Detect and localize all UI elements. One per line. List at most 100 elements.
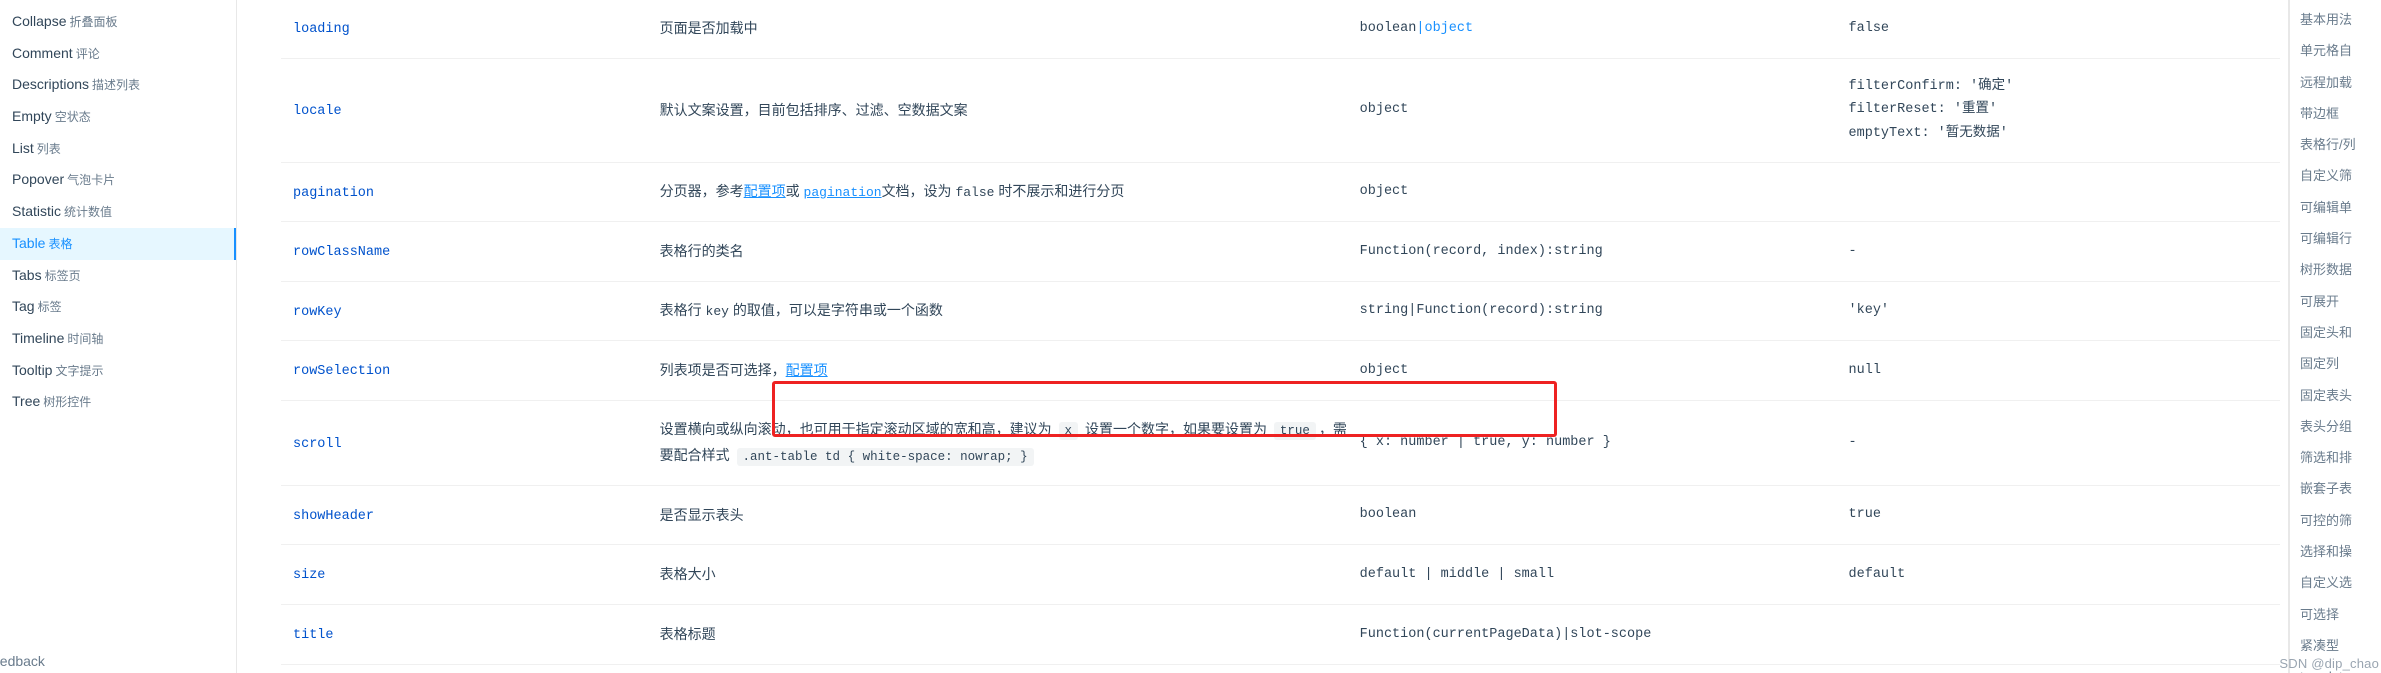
- toc-item[interactable]: 嵌套子表: [2280, 473, 2381, 504]
- parameter-name[interactable]: showHeader: [293, 509, 374, 524]
- sidebar-item-label-en: Tooltip: [12, 361, 53, 378]
- cell-description: 是否显示表头: [647, 484, 1348, 545]
- toc-item[interactable]: 可展开: [2280, 286, 2381, 317]
- toc-item[interactable]: 固定表头: [2280, 380, 2381, 411]
- toc-item-label: 带边框: [2300, 105, 2340, 121]
- table-row: scroll 设置横向或纵向滚动，也可用于指定滚动区域的宽和高，建议为 x 设置一…: [281, 400, 2280, 486]
- type-token: Function(currentPageData)|slot-scope: [1359, 626, 1652, 642]
- sidebar-item-collapse[interactable]: Collapse 折叠面板: [0, 6, 236, 38]
- sidebar-item-statistic[interactable]: Statistic 统计数值: [0, 196, 236, 228]
- cell-type: object: [1347, 340, 1837, 401]
- sidebar-item-timeline[interactable]: Timeline 时间轴: [0, 323, 236, 355]
- desc-text: 设置横向或纵向滚动，也可用于指定滚动区域的宽和高，建议为: [659, 421, 1056, 437]
- toc-item-label: 固定表头: [2300, 387, 2353, 403]
- toc-item[interactable]: 可编辑单: [2280, 192, 2381, 223]
- table-row: rowKey 表格行 key 的取值，可以是字符串或一个函数 string|Func…: [281, 280, 2280, 341]
- cell-default-value: filterConfirm: '确定' filterReset: '重置' em…: [1836, 57, 2280, 162]
- parameter-name[interactable]: loading: [293, 22, 350, 37]
- cell-description: 表格行 key 的取值，可以是字符串或一个函数: [647, 280, 1348, 341]
- toc-item[interactable]: 可编辑行: [2280, 223, 2381, 254]
- cell-parameter: size: [281, 544, 648, 605]
- sidebar-item-table[interactable]: Table 表格: [0, 227, 236, 260]
- toc-item[interactable]: 固定头和: [2280, 317, 2381, 348]
- toc-item[interactable]: 可选择: [2280, 599, 2381, 630]
- sidebar-item-label-en: List: [12, 139, 34, 156]
- table-row: showHeader 是否显示表头 boolean true: [281, 484, 2280, 545]
- sidebar-item-label-en: Statistic: [12, 203, 62, 220]
- sidebar-item-tag[interactable]: Tag 标签: [0, 291, 236, 323]
- toc-item-label: 可编辑单: [2300, 199, 2353, 215]
- desc-link[interactable]: 配置项: [786, 362, 828, 378]
- documentation-page: Collapse 折叠面板 Comment 评论 Descriptions 描述列表 Emp…: [0, 0, 2381, 673]
- type-token: default | middle | small: [1359, 566, 1555, 582]
- desc-text: 文档，设为: [881, 182, 956, 199]
- toc-item-label: 基本用法: [2300, 12, 2353, 27]
- toc-item-label: 可编辑行: [2300, 231, 2353, 247]
- toc-item[interactable]: 筛选和排: [2280, 442, 2381, 473]
- toc-item[interactable]: 带边框: [2280, 98, 2381, 129]
- toc-item-label: 自定义选: [2300, 575, 2353, 591]
- toc-item[interactable]: 基本用法: [2280, 4, 2381, 35]
- toc-item-label: 表格行/列: [2300, 137, 2356, 153]
- cell-parameter: title: [281, 604, 648, 665]
- toc-item[interactable]: 固定列: [2280, 348, 2381, 379]
- toc-item[interactable]: 可控的筛: [2280, 505, 2381, 536]
- parameter-name[interactable]: rowSelection: [293, 364, 390, 379]
- cell-type: string|Function(record):string: [1347, 280, 1837, 341]
- watermark-text: CSDN @dip_chao: [2280, 656, 2379, 671]
- sidebar-item-label-en: Timeline: [12, 329, 65, 346]
- desc-link[interactable]: 配置项: [744, 183, 786, 199]
- api-content: loading 页面是否加载中 boolean|object false locale 默…: [237, 0, 2280, 673]
- desc-mono-text: false: [955, 184, 995, 200]
- toc-item[interactable]: 单元格自: [2280, 35, 2381, 66]
- sidebar-item-label-en: Descriptions: [12, 76, 90, 93]
- cell-description: 分页器，参考配置项或 pagination文档，设为 false 时不展示和进行…: [647, 161, 1348, 222]
- cell-parameter: pagination: [281, 161, 648, 222]
- toc-item-label: 筛选和排: [2300, 450, 2353, 466]
- desc-inline-code: .ant-table td { white-space: nowrap; }: [736, 447, 1034, 466]
- parameter-name[interactable]: pagination: [293, 186, 374, 201]
- desc-mono-text: key: [705, 304, 729, 320]
- sidebar-item-comment[interactable]: Comment 评论: [0, 38, 236, 70]
- cell-default-value: -: [1836, 663, 2280, 673]
- desc-text: 页面是否加载中: [659, 20, 758, 37]
- api-properties-table: loading 页面是否加载中 boolean|object false locale 默…: [281, 0, 2280, 673]
- parameter-name[interactable]: rowKey: [293, 305, 342, 320]
- parameter-name[interactable]: size: [293, 568, 325, 583]
- toc-item-label: 嵌套子表: [2300, 481, 2353, 497]
- toc-item[interactable]: 选择和操: [2280, 536, 2381, 567]
- cell-description: 设置头部行属性: [647, 663, 1348, 673]
- desc-text: 表格行的类名: [659, 243, 744, 260]
- parameter-name[interactable]: rowClassName: [293, 245, 390, 260]
- parameter-name[interactable]: locale: [293, 104, 342, 119]
- parameter-name[interactable]: title: [293, 628, 334, 643]
- toc-item-label: 表头分组: [2300, 418, 2353, 434]
- sidebar-item-label-cn: 树形控件: [43, 395, 92, 410]
- toc-item-label: 可控的筛: [2300, 512, 2353, 528]
- toc-item-label: 远程加载: [2300, 74, 2353, 90]
- parameter-name[interactable]: scroll: [293, 437, 342, 452]
- sidebar-item-tree[interactable]: Tree 树形控件: [0, 386, 236, 418]
- sidebar-item-label-cn: 标签页: [44, 268, 81, 283]
- toc-item[interactable]: 自定义选: [2280, 567, 2381, 598]
- feedback-link[interactable]: eedback: [0, 653, 45, 669]
- sidebar-item-tabs[interactable]: Tabs 标签页: [0, 260, 236, 292]
- sidebar-item-label-cn: 折叠面板: [69, 15, 118, 29]
- cell-description: 设置横向或纵向滚动，也可用于指定滚动区域的宽和高，建议为 x 设置一个数字，如果…: [647, 400, 1348, 486]
- cell-parameter: locale: [281, 57, 648, 162]
- sidebar-item-label-cn: 时间轴: [67, 331, 104, 346]
- sidebar-item-tooltip[interactable]: Tooltip 文字提示: [0, 355, 236, 387]
- sidebar-item-popover[interactable]: Popover 气泡卡片: [0, 164, 236, 196]
- desc-code-link[interactable]: pagination: [804, 185, 882, 200]
- toc-item[interactable]: 自定义筛: [2280, 160, 2381, 191]
- toc-item[interactable]: 表头分组: [2280, 411, 2381, 442]
- desc-text: 或: [785, 182, 804, 199]
- toc-item[interactable]: 树形数据: [2280, 254, 2381, 285]
- toc-item[interactable]: 远程加载: [2280, 67, 2381, 98]
- toc-item[interactable]: 表格行/列: [2280, 129, 2381, 160]
- desc-text: 时不展示和进行分页: [994, 182, 1125, 199]
- sidebar-item-empty[interactable]: Empty 空状态: [0, 101, 236, 133]
- sidebar-item-list[interactable]: List 列表: [0, 133, 236, 165]
- sidebar-item-descriptions[interactable]: Descriptions 描述列表: [0, 69, 236, 101]
- desc-text: 表格大小: [659, 566, 716, 583]
